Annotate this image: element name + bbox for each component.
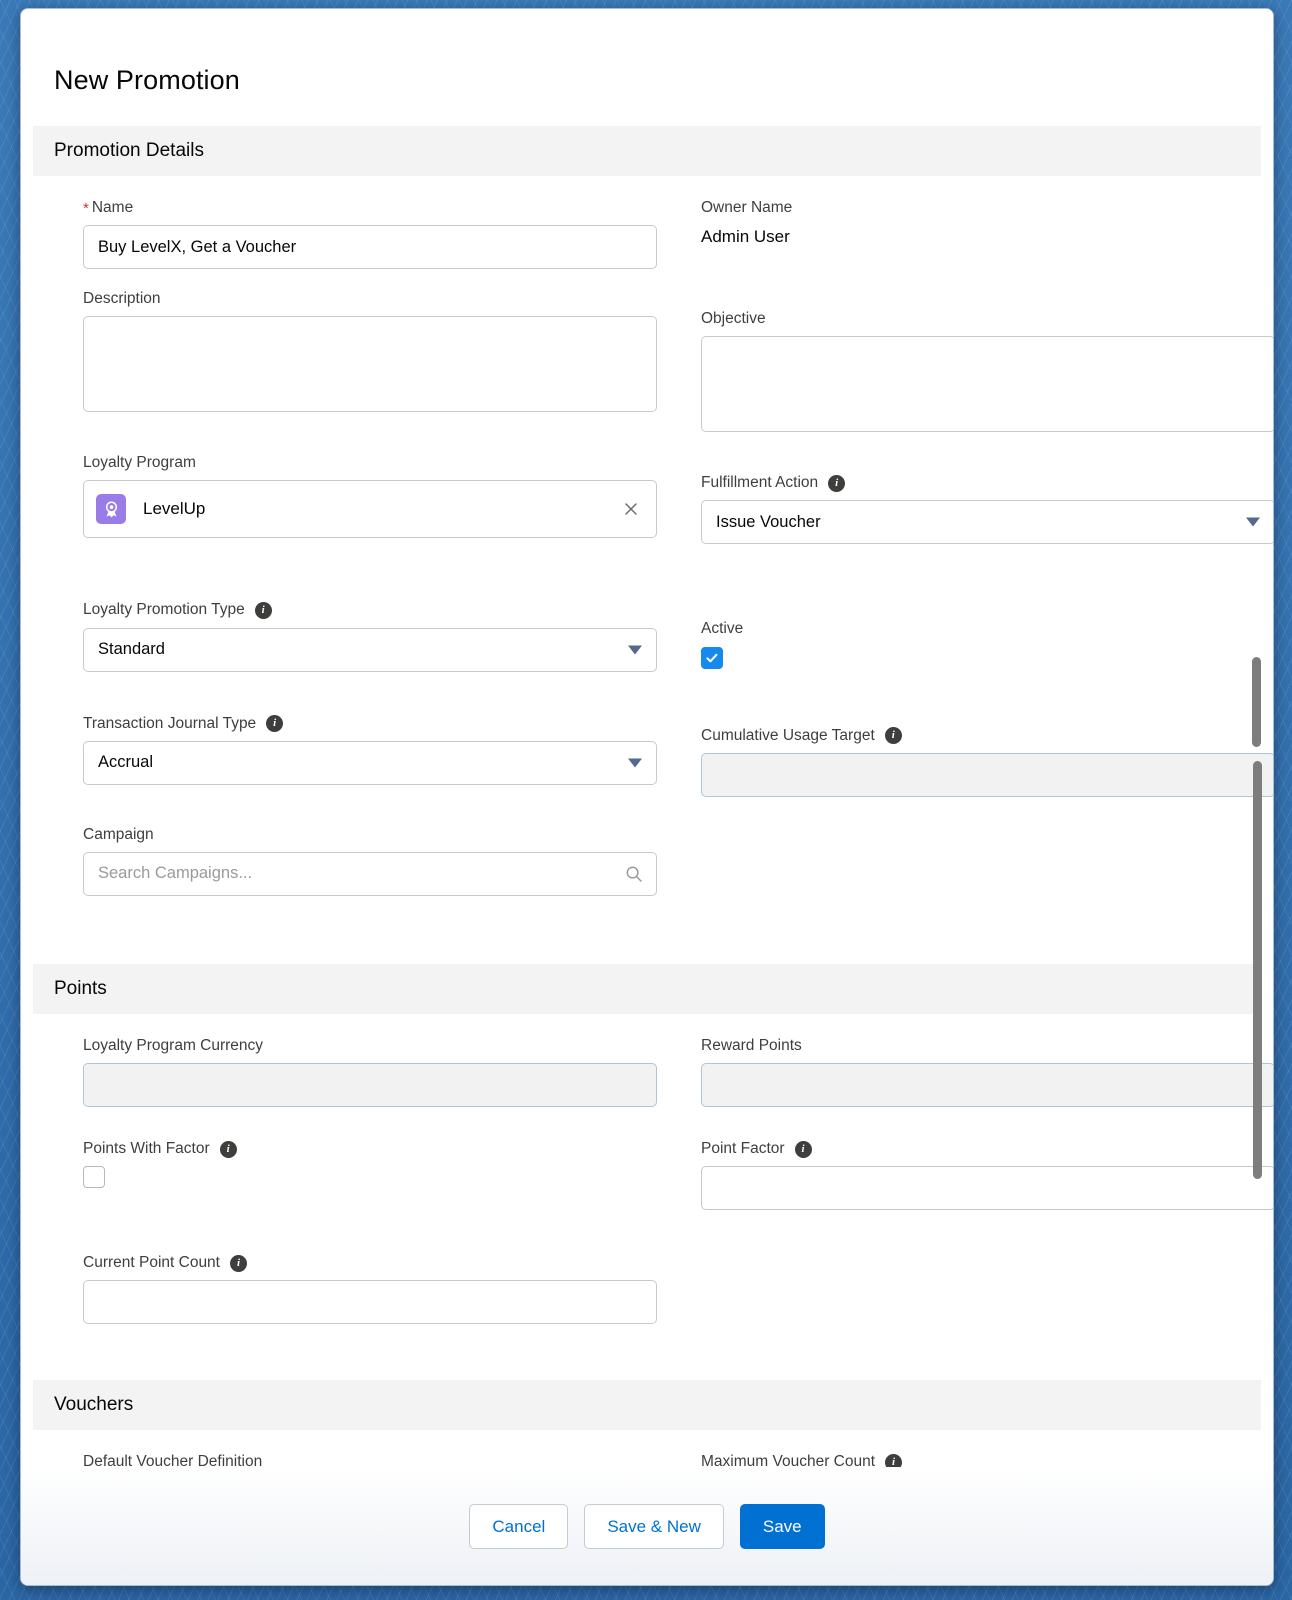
points-with-factor-checkbox[interactable] xyxy=(83,1166,105,1189)
field-label-transaction-journal-type: Transaction Journal Type i xyxy=(83,714,657,734)
transaction-journal-type-select-wrap xyxy=(83,740,657,785)
award-badge-icon xyxy=(96,494,126,525)
reward-points-input xyxy=(701,1062,1273,1107)
modal-body: New Promotion Promotion Details * Name B… xyxy=(21,9,1273,1585)
field-loyalty-promotion-type: Loyalty Promotion Type i xyxy=(83,600,657,672)
close-icon[interactable] xyxy=(618,496,644,522)
fulfillment-action-select-wrap xyxy=(701,500,1273,545)
field-label-owner-name: Owner Name xyxy=(701,198,1273,218)
modal-footer: Cancel Save & New Save xyxy=(21,1467,1273,1585)
details-left-column: * Name Description Loyalty Program xyxy=(83,198,657,916)
field-reward-points: Reward Points xyxy=(701,1036,1273,1107)
field-point-factor: Point Factor i xyxy=(701,1139,1273,1211)
info-icon[interactable]: i xyxy=(794,1140,812,1158)
label-text-cumulative-usage-target: Cumulative Usage Target xyxy=(701,726,875,744)
info-icon[interactable]: i xyxy=(884,727,902,745)
field-loyalty-program-currency: Loyalty Program Currency xyxy=(83,1036,657,1107)
label-text-loyalty-promotion-type: Loyalty Promotion Type xyxy=(83,601,245,619)
label-text-fulfillment-action: Fulfillment Action xyxy=(701,474,819,492)
page-scrollbar-thumb[interactable] xyxy=(1253,761,1262,1179)
label-text-campaign: Campaign xyxy=(83,825,154,843)
new-promotion-modal: New Promotion Promotion Details * Name B… xyxy=(20,8,1274,1586)
field-label-active: Active xyxy=(701,619,1273,639)
modal-header: New Promotion xyxy=(21,9,1273,126)
field-transaction-journal-type: Transaction Journal Type i xyxy=(83,714,657,785)
modal-scroll-region[interactable]: New Promotion Promotion Details * Name B… xyxy=(21,9,1273,1585)
field-current-point-count: Current Point Count i xyxy=(83,1253,657,1325)
section-header-vouchers: Vouchers xyxy=(33,1380,1261,1431)
label-text-reward-points: Reward Points xyxy=(701,1036,802,1054)
fulfillment-action-select[interactable] xyxy=(701,500,1273,545)
section-header-points: Points xyxy=(33,963,1261,1014)
loyalty-promotion-type-select-wrap xyxy=(83,627,657,672)
label-text-current-point-count: Current Point Count xyxy=(83,1254,220,1272)
field-label-campaign: Campaign xyxy=(83,825,657,845)
save-button[interactable]: Save xyxy=(739,1504,825,1549)
info-icon[interactable]: i xyxy=(254,601,272,619)
label-text-loyalty-program-currency: Loyalty Program Currency xyxy=(83,1036,264,1054)
points-left-column: Loyalty Program Currency Points With Fac… xyxy=(83,1036,657,1344)
active-checkbox[interactable] xyxy=(701,646,723,669)
field-label-point-factor: Point Factor i xyxy=(701,1139,1273,1159)
field-loyalty-program: Loyalty Program LevelUp xyxy=(83,453,657,539)
label-text-name: Name xyxy=(91,199,134,216)
points-grid: Loyalty Program Currency Points With Fac… xyxy=(21,1014,1273,1344)
info-icon[interactable]: i xyxy=(219,1140,237,1158)
current-point-count-input[interactable] xyxy=(83,1280,657,1325)
field-label-loyalty-program: Loyalty Program xyxy=(83,453,657,473)
loyalty-promotion-type-select[interactable] xyxy=(83,627,657,672)
campaign-search-input[interactable] xyxy=(83,851,657,896)
name-input[interactable] xyxy=(83,225,657,270)
field-label-description: Description xyxy=(83,289,657,309)
field-campaign: Campaign xyxy=(83,825,657,896)
field-label-loyalty-program-currency: Loyalty Program Currency xyxy=(83,1036,657,1056)
save-and-new-button[interactable]: Save & New xyxy=(584,1504,724,1549)
label-text-objective: Objective xyxy=(701,310,766,328)
label-text-description: Description xyxy=(83,290,161,308)
field-cumulative-usage-target: Cumulative Usage Target i xyxy=(701,726,1273,797)
cumulative-usage-target-input xyxy=(701,752,1273,797)
info-icon[interactable]: i xyxy=(230,1254,247,1272)
label-text-transaction-journal-type: Transaction Journal Type xyxy=(83,714,257,732)
field-owner-name: Owner Name Admin User xyxy=(701,198,1273,247)
label-text-point-factor: Point Factor xyxy=(701,1139,785,1157)
field-label-points-with-factor: Points With Factor i xyxy=(83,1139,657,1159)
required-asterisk: * xyxy=(83,199,89,217)
label-text-active: Active xyxy=(701,620,744,638)
point-factor-input[interactable] xyxy=(701,1166,1273,1211)
owner-name-value: Admin User xyxy=(701,227,790,247)
label-text-loyalty-program: Loyalty Program xyxy=(83,454,196,472)
details-right-column: Owner Name Admin User Objective Fulfillm… xyxy=(701,198,1273,916)
objective-textarea[interactable] xyxy=(701,336,1273,433)
field-label-name: * Name xyxy=(83,198,657,218)
field-objective: Objective xyxy=(701,309,1273,437)
cancel-button[interactable]: Cancel xyxy=(469,1504,569,1549)
description-textarea[interactable] xyxy=(83,316,657,413)
label-text-owner-name: Owner Name xyxy=(701,199,793,216)
promotion-details-grid: * Name Description Loyalty Program xyxy=(21,176,1273,916)
loyalty-program-value: LevelUp xyxy=(143,499,206,519)
loyalty-program-currency-input xyxy=(83,1062,657,1107)
field-label-objective: Objective xyxy=(701,309,1273,329)
field-label-loyalty-promotion-type: Loyalty Promotion Type i xyxy=(83,600,657,620)
field-label-current-point-count: Current Point Count i xyxy=(83,1253,657,1273)
info-icon[interactable]: i xyxy=(266,715,284,733)
label-text-points-with-factor: Points With Factor xyxy=(83,1139,210,1157)
info-icon[interactable]: i xyxy=(828,474,846,492)
field-active: Active xyxy=(701,619,1273,669)
transaction-journal-type-select[interactable] xyxy=(83,740,657,785)
page-title: New Promotion xyxy=(54,65,240,95)
field-label-cumulative-usage-target: Cumulative Usage Target i xyxy=(701,726,1273,746)
field-label-fulfillment-action: Fulfillment Action i xyxy=(701,473,1273,493)
section-header-promotion-details: Promotion Details xyxy=(33,126,1261,176)
field-label-reward-points: Reward Points xyxy=(701,1036,1273,1056)
field-fulfillment-action: Fulfillment Action i xyxy=(701,473,1273,545)
field-name: * Name xyxy=(83,198,657,270)
field-points-with-factor: Points With Factor i xyxy=(83,1139,657,1193)
field-description: Description xyxy=(83,289,657,417)
points-right-column: Reward Points Point Factor i xyxy=(701,1036,1273,1344)
loyalty-program-lookup[interactable]: LevelUp xyxy=(83,480,657,539)
modal-scrollbar-thumb[interactable] xyxy=(1252,657,1261,747)
campaign-search-wrap xyxy=(83,851,657,896)
